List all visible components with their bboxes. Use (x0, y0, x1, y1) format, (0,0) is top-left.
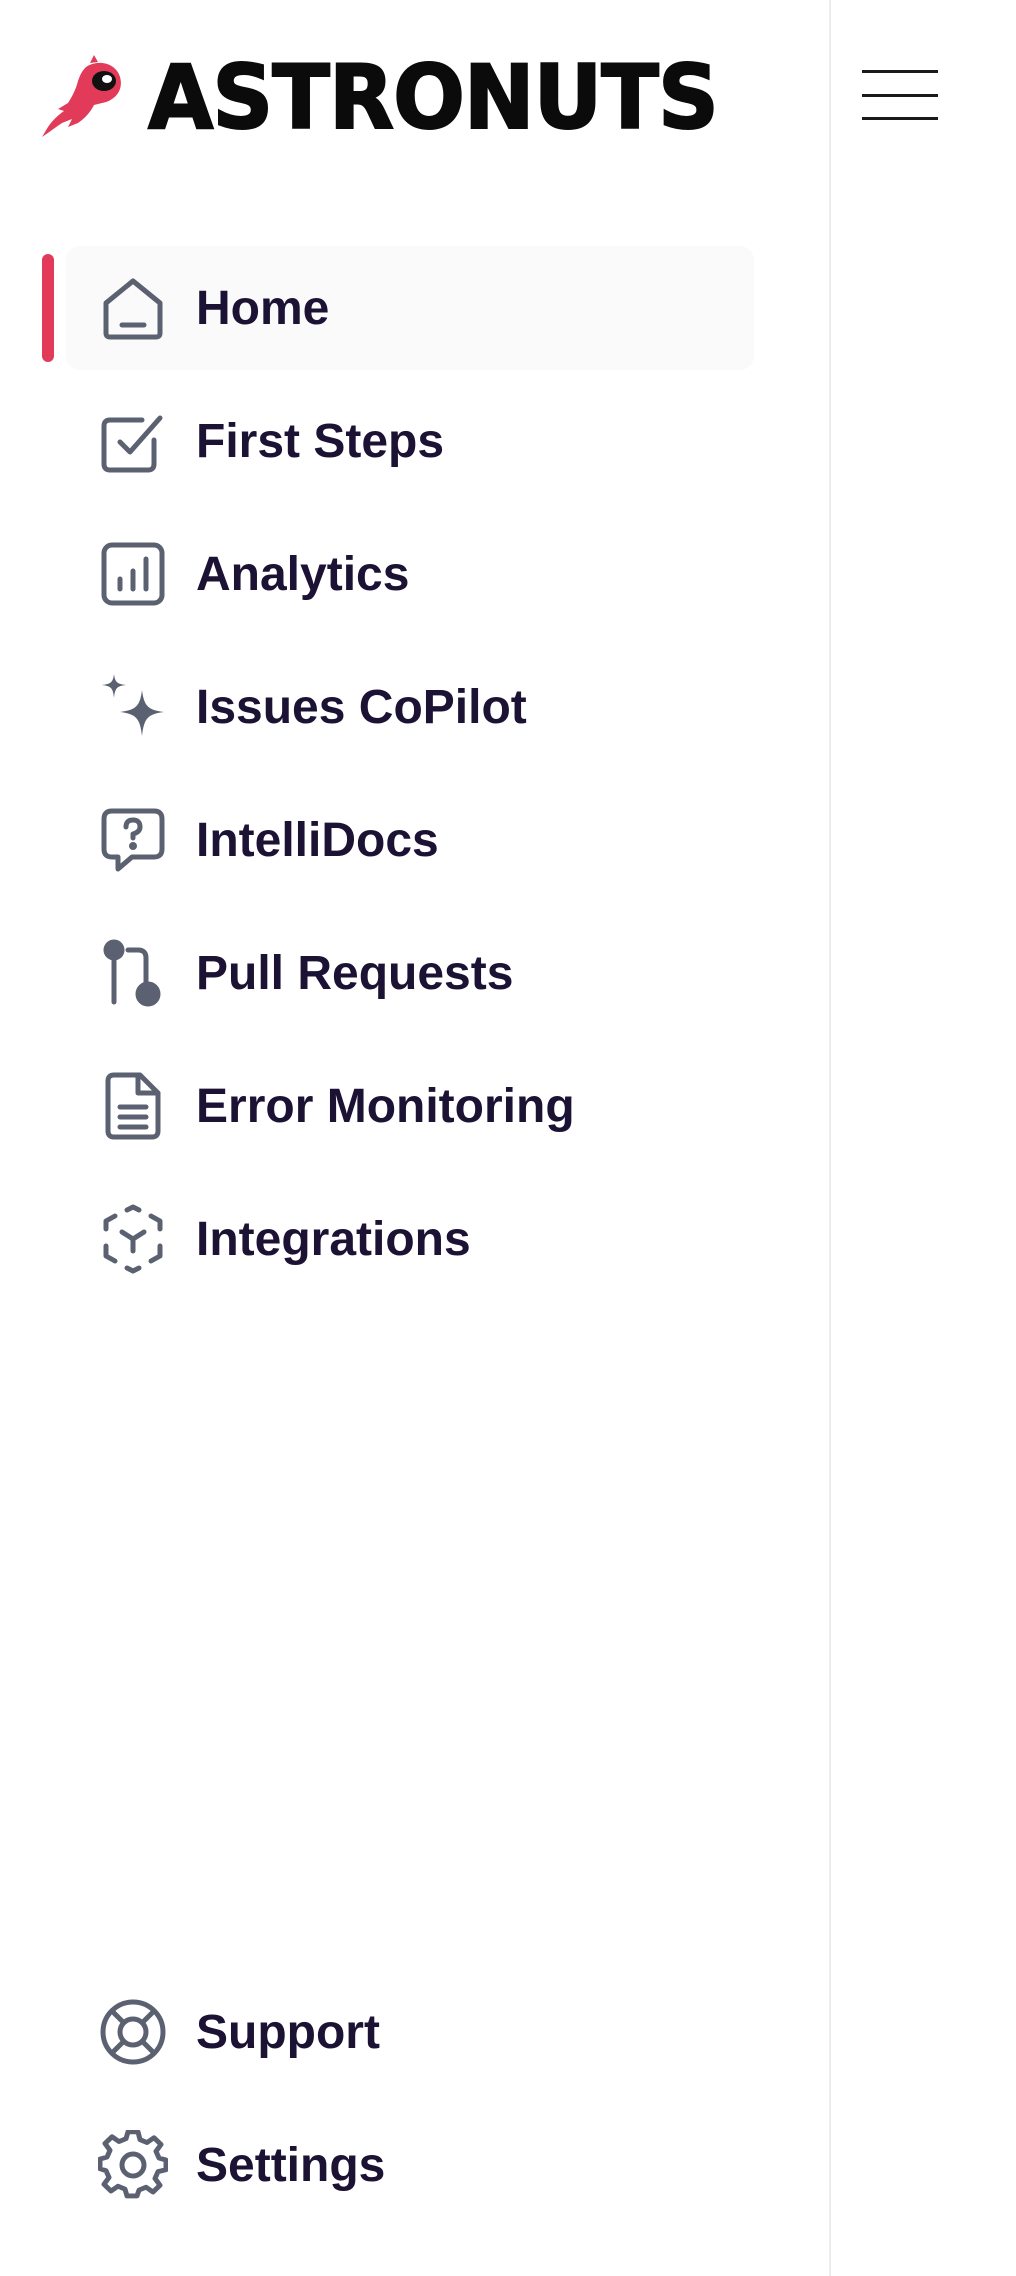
sidebar-item-issues-copilot[interactable]: Issues CoPilot (66, 645, 754, 769)
sidebar-item-label: Error Monitoring (196, 1079, 575, 1133)
sidebar-item-intellidocs[interactable]: IntelliDocs (66, 778, 754, 902)
sidebar-item-label: Integrations (196, 1212, 471, 1266)
sidebar-item-settings[interactable]: Settings (66, 2103, 754, 2227)
sidebar-item-support[interactable]: Support (66, 1970, 754, 2094)
brand-name: ASTRONUTS (147, 46, 720, 149)
sidebar-item-integrations[interactable]: Integrations (66, 1177, 754, 1301)
sidebar-item-label: Support (196, 2005, 380, 2059)
cube-dashed-icon (98, 1204, 168, 1274)
sidebar-item-label: IntelliDocs (196, 813, 439, 867)
gear-icon (98, 2130, 168, 2200)
sidebar-item-label: Settings (196, 2138, 386, 2192)
sidebar-divider (829, 0, 831, 2276)
sidebar-item-label: Pull Requests (196, 946, 514, 1000)
astronaut-logo-icon (42, 55, 121, 138)
sidebar: ASTRONUTS Home First Steps Analytics Iss… (0, 0, 829, 2276)
sidebar-item-label: Analytics (196, 547, 410, 601)
sidebar-item-analytics[interactable]: Analytics (66, 512, 754, 636)
brand-logo[interactable]: ASTRONUTS (38, 48, 742, 148)
active-indicator (42, 254, 54, 362)
home-icon (98, 273, 168, 343)
sidebar-item-first-steps[interactable]: First Steps (66, 379, 754, 503)
hamburger-menu-icon[interactable] (862, 68, 938, 120)
checkbox-icon (98, 406, 168, 476)
sidebar-item-label: Home (196, 281, 330, 335)
bar-chart-icon (98, 539, 168, 609)
lifebuoy-icon (98, 1997, 168, 2067)
sidebar-item-label: Issues CoPilot (196, 680, 527, 734)
sidebar-item-label: First Steps (196, 414, 445, 468)
git-pull-request-icon (98, 938, 168, 1008)
sidebar-item-pull-requests[interactable]: Pull Requests (66, 911, 754, 1035)
document-icon (98, 1071, 168, 1141)
question-chat-icon (98, 805, 168, 875)
sidebar-item-home[interactable]: Home (66, 246, 754, 370)
app-page: ASTRONUTS Home First Steps Analytics Iss… (0, 0, 1016, 2276)
sparkles-icon (98, 672, 168, 742)
sidebar-item-error-monitoring[interactable]: Error Monitoring (66, 1044, 754, 1168)
